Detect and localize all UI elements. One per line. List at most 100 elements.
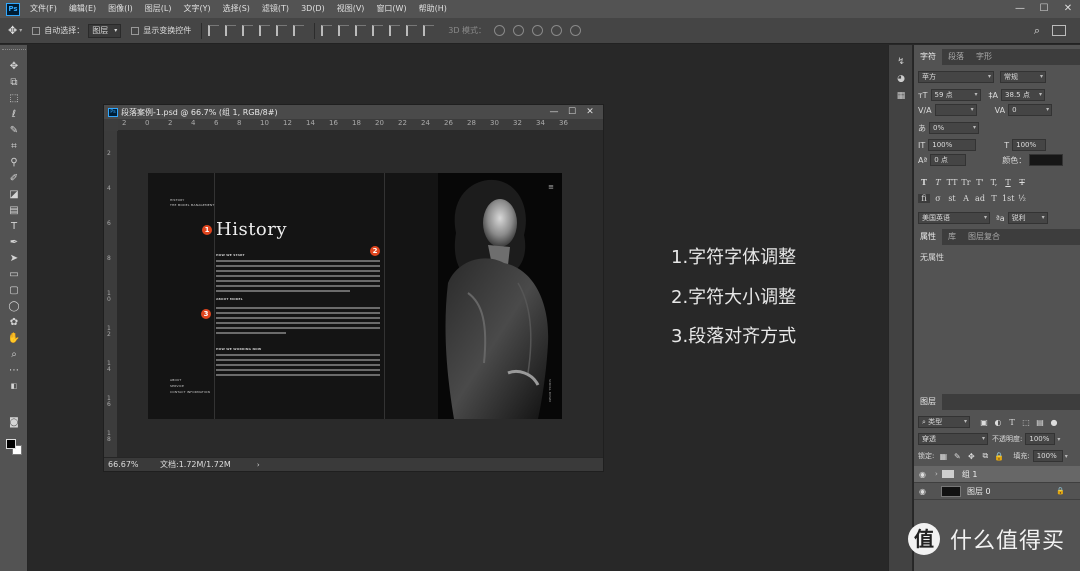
hand-tool-icon[interactable]: ✋: [7, 332, 21, 345]
menu-type[interactable]: 文字(Y): [177, 0, 216, 18]
reset-colors-icon[interactable]: ◧: [7, 380, 21, 393]
visibility-eye-icon[interactable]: ◉: [919, 470, 931, 479]
stylistic-alternates-button[interactable]: ad: [974, 194, 986, 203]
lasso-tool-icon[interactable]: ℓ: [7, 108, 21, 121]
lock-position-icon[interactable]: ✥: [965, 452, 977, 461]
brush-tool-icon[interactable]: ✐: [7, 172, 21, 185]
distribute-hcenter-icon[interactable]: [389, 25, 401, 36]
align-right-icon[interactable]: [293, 25, 305, 36]
rectangle-tool-icon[interactable]: ▭: [7, 268, 21, 281]
menu-filter[interactable]: 滤镜(T): [256, 0, 295, 18]
expand-chevron-icon[interactable]: ›: [935, 470, 938, 478]
blend-mode-select[interactable]: 穿透 ▾: [918, 433, 988, 445]
eraser-tool-icon[interactable]: ◪: [7, 188, 21, 201]
auto-select-dropdown[interactable]: 图层 ▾: [88, 23, 122, 38]
grid-panel-icon[interactable]: ▦: [896, 91, 906, 101]
doc-maximize-button[interactable]: ☐: [563, 105, 581, 119]
artboard-tool-icon[interactable]: ⧉: [7, 76, 21, 89]
path-select-tool-icon[interactable]: ➤: [7, 252, 21, 265]
rounded-rect-tool-icon[interactable]: ▢: [7, 284, 21, 297]
zoom-level[interactable]: 66.67%: [108, 460, 148, 469]
tab-character[interactable]: 字符: [914, 49, 942, 65]
strikethrough-button[interactable]: T: [1016, 178, 1028, 187]
all-caps-button[interactable]: TT: [946, 178, 958, 187]
3d-slide-icon[interactable]: [551, 25, 563, 36]
minimize-button[interactable]: —: [1008, 0, 1032, 18]
3d-scale-icon[interactable]: [570, 25, 582, 36]
quick-select-tool-icon[interactable]: ✎: [7, 124, 21, 137]
zoom-tool-icon[interactable]: ⌕: [7, 348, 21, 361]
distribute-bottom-icon[interactable]: [355, 25, 367, 36]
vertical-scale-input[interactable]: 100%: [928, 139, 977, 151]
canvas-area[interactable]: HISTORY THE MODEL MANAGEMENT 1 History 2…: [118, 131, 603, 459]
vertical-ruler[interactable]: 2 4 6 8 10 12 14 16 18: [104, 131, 118, 459]
move-tool-icon[interactable]: ✥: [8, 24, 17, 37]
pen-tool-icon[interactable]: ✒: [7, 236, 21, 249]
faux-bold-button[interactable]: T: [918, 177, 930, 187]
fractions-button[interactable]: ½: [1016, 194, 1028, 203]
titling-button[interactable]: T: [988, 194, 1000, 203]
3d-rotate-icon[interactable]: [494, 25, 506, 36]
paragraph-1[interactable]: [216, 260, 380, 295]
history-heading[interactable]: History: [216, 219, 287, 240]
crop-tool-icon[interactable]: ⌗: [7, 140, 21, 153]
font-style-select[interactable]: 常规 ▾: [1000, 71, 1046, 83]
menu-3d[interactable]: 3D(D): [295, 0, 331, 18]
language-select[interactable]: 美国英语 ▾: [918, 212, 990, 224]
ellipse-tool-icon[interactable]: ◯: [7, 300, 21, 313]
show-transform-checkbox[interactable]: [131, 26, 140, 35]
chevron-down-icon[interactable]: ▾: [1065, 453, 1068, 460]
horizontal-ruler[interactable]: 2 0 2 4 6 8 10 12 14 16 18 20 22 24 26 28 30 32 34 36: [118, 119, 603, 131]
discretionary-ligatures-button[interactable]: st: [946, 194, 958, 203]
workspace-icon[interactable]: [1052, 25, 1066, 36]
menu-view[interactable]: 视图(V): [331, 0, 371, 18]
3d-pan-icon[interactable]: [532, 25, 544, 36]
filter-pixel-icon[interactable]: ▣: [978, 418, 990, 427]
menu-image[interactable]: 图像(I): [102, 0, 139, 18]
font-family-select[interactable]: 苹方 ▾: [918, 71, 994, 83]
small-caps-button[interactable]: Tr: [960, 178, 972, 187]
lock-pixels-icon[interactable]: ✎: [951, 452, 963, 461]
marquee-tool-icon[interactable]: ⬚: [7, 92, 21, 105]
distribute-left-icon[interactable]: [372, 25, 384, 36]
swatches-panel-icon[interactable]: ◕: [896, 74, 906, 84]
tracking-input[interactable]: 0 ▾: [1008, 104, 1053, 116]
layer-row-layer-0[interactable]: ◉ 图层 0 🔒: [914, 483, 1080, 500]
align-bottom-icon[interactable]: [242, 25, 254, 36]
ligatures-button[interactable]: fi: [918, 194, 930, 203]
align-hcenter-icon[interactable]: [276, 25, 288, 36]
tab-properties[interactable]: 属性: [914, 229, 942, 245]
quick-mask-icon[interactable]: ◙: [7, 416, 21, 429]
lock-transparency-icon[interactable]: ▦: [937, 452, 949, 461]
artboard[interactable]: HISTORY THE MODEL MANAGEMENT 1 History 2…: [148, 173, 562, 419]
menu-window[interactable]: 窗口(W): [370, 0, 412, 18]
filter-adjustment-icon[interactable]: ◐: [992, 418, 1004, 427]
doc-minimize-button[interactable]: —: [545, 105, 563, 119]
portrait-photo[interactable]: ≡ SCROLL DOWN: [438, 173, 562, 419]
contextual-button[interactable]: σ: [932, 194, 944, 203]
superscript-button[interactable]: T': [974, 178, 986, 187]
close-button[interactable]: ✕: [1056, 0, 1080, 18]
eyedropper-tool-icon[interactable]: ⚲: [7, 156, 21, 169]
menu-layer[interactable]: 图层(L): [139, 0, 178, 18]
layer-filter-select[interactable]: ⌕ 类型 ▾: [918, 416, 970, 428]
gradient-tool-icon[interactable]: ▤: [7, 204, 21, 217]
3d-roll-icon[interactable]: [513, 25, 525, 36]
doc-close-button[interactable]: ✕: [581, 105, 599, 119]
auto-select-checkbox[interactable]: [32, 26, 41, 35]
distribute-vcenter-icon[interactable]: [338, 25, 350, 36]
fill-input[interactable]: 100%: [1032, 450, 1063, 462]
type-tool-icon[interactable]: T: [7, 220, 21, 233]
layer-row-group-1[interactable]: ◉ › 组 1: [914, 466, 1080, 483]
tab-layer-comps[interactable]: 图层复合: [962, 229, 1006, 245]
tsume-input[interactable]: 0% ▾: [929, 122, 979, 134]
opacity-input[interactable]: 100%: [1025, 433, 1056, 445]
filter-smart-object-icon[interactable]: ▤: [1034, 418, 1046, 427]
lock-all-icon[interactable]: 🔒: [993, 452, 1005, 461]
chevron-down-icon[interactable]: ▾: [1057, 436, 1060, 443]
document-titlebar[interactable]: Ps 段落案例-1.psd @ 66.7% (组 1, RGB/8#) — ☐ …: [104, 105, 603, 119]
tab-paragraph[interactable]: 段落: [942, 49, 970, 65]
custom-shape-tool-icon[interactable]: ✿: [7, 316, 21, 329]
align-top-icon[interactable]: [208, 25, 220, 36]
menu-help[interactable]: 帮助(H): [413, 0, 453, 18]
